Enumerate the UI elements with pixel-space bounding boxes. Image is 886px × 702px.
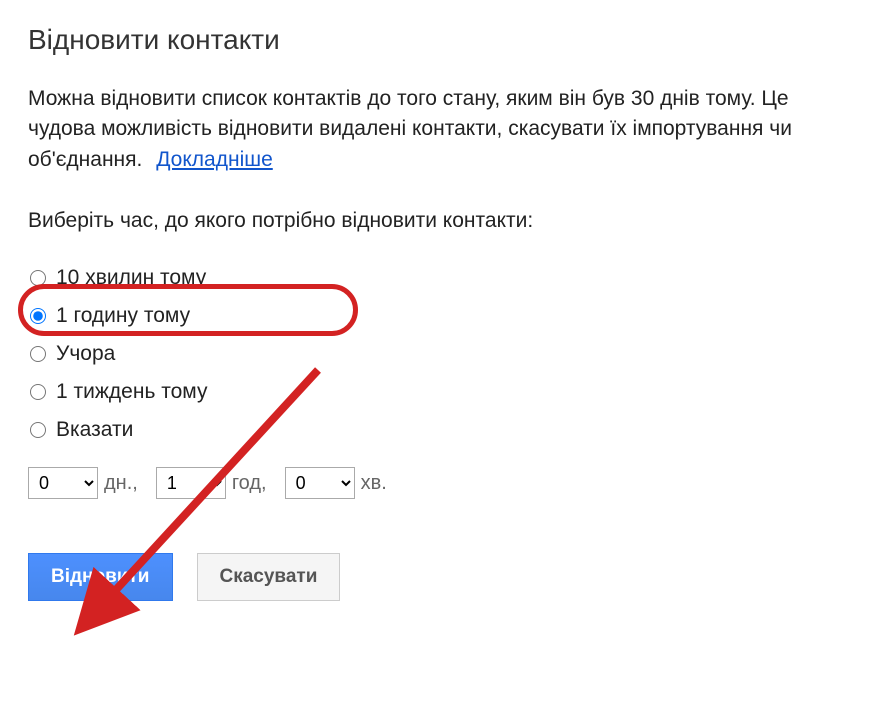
radio-1hour[interactable] bbox=[30, 308, 46, 324]
learn-more-link[interactable]: Докладніше bbox=[156, 148, 273, 171]
radio-custom[interactable] bbox=[30, 422, 46, 438]
select-time-label: Виберіть час, до якого потрібно відновит… bbox=[28, 209, 858, 233]
days-unit-label: дн., bbox=[104, 472, 138, 495]
radio-option-1week[interactable]: 1 тиждень тому bbox=[28, 373, 858, 411]
radio-1week[interactable] bbox=[30, 384, 46, 400]
time-radio-group: 10 хвилин тому 1 годину тому Учора 1 тиж… bbox=[28, 259, 858, 449]
custom-time-row: 0 дн., 1 год, 0 хв. bbox=[28, 467, 858, 499]
minutes-select[interactable]: 0 bbox=[285, 467, 355, 499]
hours-unit-label: год, bbox=[232, 472, 267, 495]
radio-option-10min[interactable]: 10 хвилин тому bbox=[28, 259, 858, 297]
description-text: Можна відновити список контактів до того… bbox=[28, 87, 792, 171]
minutes-unit-label: хв. bbox=[361, 472, 387, 495]
radio-1hour-label: 1 годину тому bbox=[56, 304, 190, 328]
days-select[interactable]: 0 bbox=[28, 467, 98, 499]
page-title: Відновити контакти bbox=[28, 24, 858, 56]
cancel-button[interactable]: Скасувати bbox=[197, 553, 341, 601]
radio-10min-label: 10 хвилин тому bbox=[56, 266, 206, 290]
radio-option-1hour[interactable]: 1 годину тому bbox=[28, 297, 858, 335]
radio-custom-label: Вказати bbox=[56, 418, 133, 442]
radio-10min[interactable] bbox=[30, 270, 46, 286]
radio-1week-label: 1 тиждень тому bbox=[56, 380, 207, 404]
description-paragraph: Можна відновити список контактів до того… bbox=[28, 84, 858, 175]
radio-yesterday-label: Учора bbox=[56, 342, 115, 366]
radio-yesterday[interactable] bbox=[30, 346, 46, 362]
hours-select[interactable]: 1 bbox=[156, 467, 226, 499]
radio-option-yesterday[interactable]: Учора bbox=[28, 335, 858, 373]
button-row: Відновити Скасувати bbox=[28, 553, 858, 601]
radio-option-custom[interactable]: Вказати bbox=[28, 411, 858, 449]
restore-button[interactable]: Відновити bbox=[28, 553, 173, 601]
